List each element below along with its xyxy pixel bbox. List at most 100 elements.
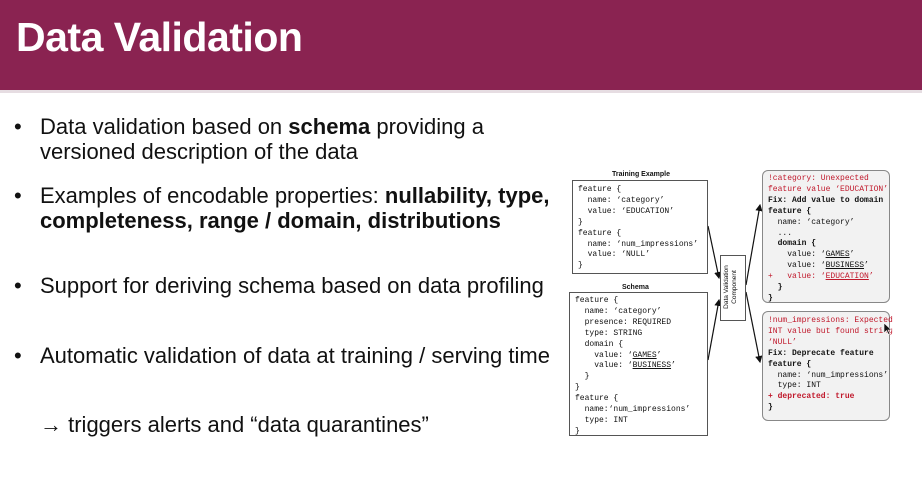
code-line: name: ‘category’ [768, 218, 884, 229]
code-token: name: ‘category’ [768, 217, 855, 227]
code-token: BUSINESS [632, 361, 672, 371]
code-line: name: ‘category’ [575, 307, 702, 318]
code-line: feature { [575, 296, 702, 307]
code-line: ‘NULL’ [768, 338, 884, 349]
code-line: value: ‘NULL’ [578, 250, 651, 260]
code-token: value: ‘ [575, 361, 633, 371]
code-token: EDUCATION [825, 272, 869, 282]
title-bar: Data Validation [0, 0, 922, 90]
validator-label: Data Validation Component [723, 265, 738, 309]
code-token: feature { [768, 206, 812, 216]
code-token: } [575, 426, 580, 436]
code-token: } [768, 403, 773, 413]
code-line: value: ‘BUSINESS’ [768, 261, 884, 272]
code-line: feature { [578, 228, 622, 238]
code-token: + deprecated: true [768, 392, 855, 402]
code-token: ’ [656, 350, 662, 360]
code-token: !category: Unexpected [768, 174, 869, 183]
bullet-text: Automatic validation of data at training… [40, 343, 550, 368]
code-token: Fix: Deprecate feature [768, 348, 874, 358]
code-line: Fix: Add value to domain [768, 196, 884, 207]
code-token: GAMES [632, 350, 657, 360]
code-token: ‘NULL’ [768, 337, 797, 347]
code-line: } [575, 372, 702, 383]
code-line: type: INT [575, 416, 702, 427]
code-line: value: ‘BUSINESS’ [575, 361, 702, 372]
code-line: Fix: Deprecate feature [768, 349, 884, 360]
code-line: name: ‘category’ [578, 195, 665, 205]
code-line: feature { [768, 207, 884, 218]
schema-caption: Schema [622, 284, 649, 291]
code-token: } [768, 293, 773, 303]
code-line: INT value but found string [768, 327, 893, 338]
code-token: ’ [868, 272, 874, 282]
arrow-schema-to-validator [707, 298, 722, 361]
code-token: name:‘num_impressions’ [575, 405, 691, 415]
code-line: name: ‘num_impressions’ [768, 371, 888, 382]
code-token: Fix: Add value to domain [768, 195, 884, 205]
code-token: type: INT [768, 381, 821, 391]
slide-title: Data Validation [16, 14, 303, 60]
schema-code: feature { name: ‘category’ presence: REQ… [575, 296, 702, 438]
code-token: INT value but found string [768, 326, 893, 336]
code-token: type: INT [575, 415, 628, 425]
code-token: name: ‘num_impressions’ [768, 370, 889, 380]
code-line: presence: REQUIRED [575, 318, 702, 329]
code-token: value: ‘ [768, 250, 826, 260]
code-line: feature value ‘EDUCATION’ [768, 185, 888, 196]
alert-category-box: !category: Unexpected feature value ‘EDUC… [762, 170, 890, 303]
bullet-run: Automatic validation of data at training… [40, 343, 550, 368]
code-line: } [768, 283, 884, 294]
code-token: domain { [575, 339, 624, 349]
code-token: presence: REQUIRED [575, 317, 672, 327]
training-example-caption: Training Example [612, 171, 670, 178]
code-line: } [578, 261, 583, 271]
training-example-code: feature { name: ‘category’ value: ‘EDUCA… [578, 185, 702, 272]
code-token: !num_impressions: Expected [768, 316, 893, 325]
bullet-text: Examples of encodable properties: nullab… [40, 183, 550, 233]
code-token: BUSINESS [825, 261, 865, 271]
bullet-run: Data validation based on [40, 114, 289, 139]
code-token: feature { [575, 296, 619, 305]
code-line: ... [768, 229, 884, 240]
code-token: feature { [575, 394, 619, 404]
bullet-dot: • [14, 114, 22, 139]
bullet-dot: • [14, 343, 22, 368]
code-line: + deprecated: true [768, 392, 884, 403]
code-line: domain { [768, 239, 884, 250]
bullet-emphasis: schema [288, 114, 371, 139]
code-line: domain { [575, 340, 702, 351]
title-divider [0, 90, 922, 93]
code-token: name: ‘category’ [575, 306, 662, 316]
arrow-validator-to-alert2 [745, 291, 763, 364]
alert-category-code: !category: Unexpected feature value ‘EDUC… [768, 174, 888, 305]
code-line: type: STRING [575, 329, 702, 340]
code-line: name: ‘num_impressions’ [578, 239, 699, 249]
code-line: value: ‘EDUCATION’ [578, 206, 675, 216]
code-line: value: ‘GAMES’ [575, 351, 702, 362]
code-line: !category: Unexpected [768, 174, 884, 185]
sub-point: → triggers alerts and “data quarantines” [40, 412, 429, 437]
code-token: feature value ‘EDUCATION’ [768, 184, 889, 194]
code-line: !num_impressions: Expected [768, 316, 893, 327]
code-token: domain { [768, 239, 817, 249]
code-line: feature { [578, 185, 622, 194]
code-line: } [768, 403, 884, 414]
schema-box: feature { name: ‘category’ presence: REQ… [569, 292, 708, 436]
bullet-dot: • [14, 183, 22, 208]
code-line: } [575, 383, 702, 394]
validator-box: Data Validation Component [720, 255, 746, 321]
mouse-cursor-icon [883, 322, 893, 338]
code-token: feature { [768, 359, 812, 369]
bullet-dot: • [14, 273, 22, 298]
alert-impressions-code: !num_impressions: Expected INT value but … [768, 316, 893, 414]
arrow-example-to-validator [707, 225, 722, 280]
code-token: value: ‘ [768, 261, 826, 271]
bullet-text: Support for deriving schema based on dat… [40, 273, 550, 298]
code-line: + value: ‘EDUCATION’ [768, 272, 884, 283]
code-token: } [575, 383, 580, 393]
training-example-box: feature { name: ‘category’ value: ‘EDUCA… [572, 180, 708, 274]
code-token: } [575, 372, 590, 382]
bullet-run: Examples of encodable properties: [40, 183, 385, 208]
code-token: ’ [849, 250, 855, 260]
